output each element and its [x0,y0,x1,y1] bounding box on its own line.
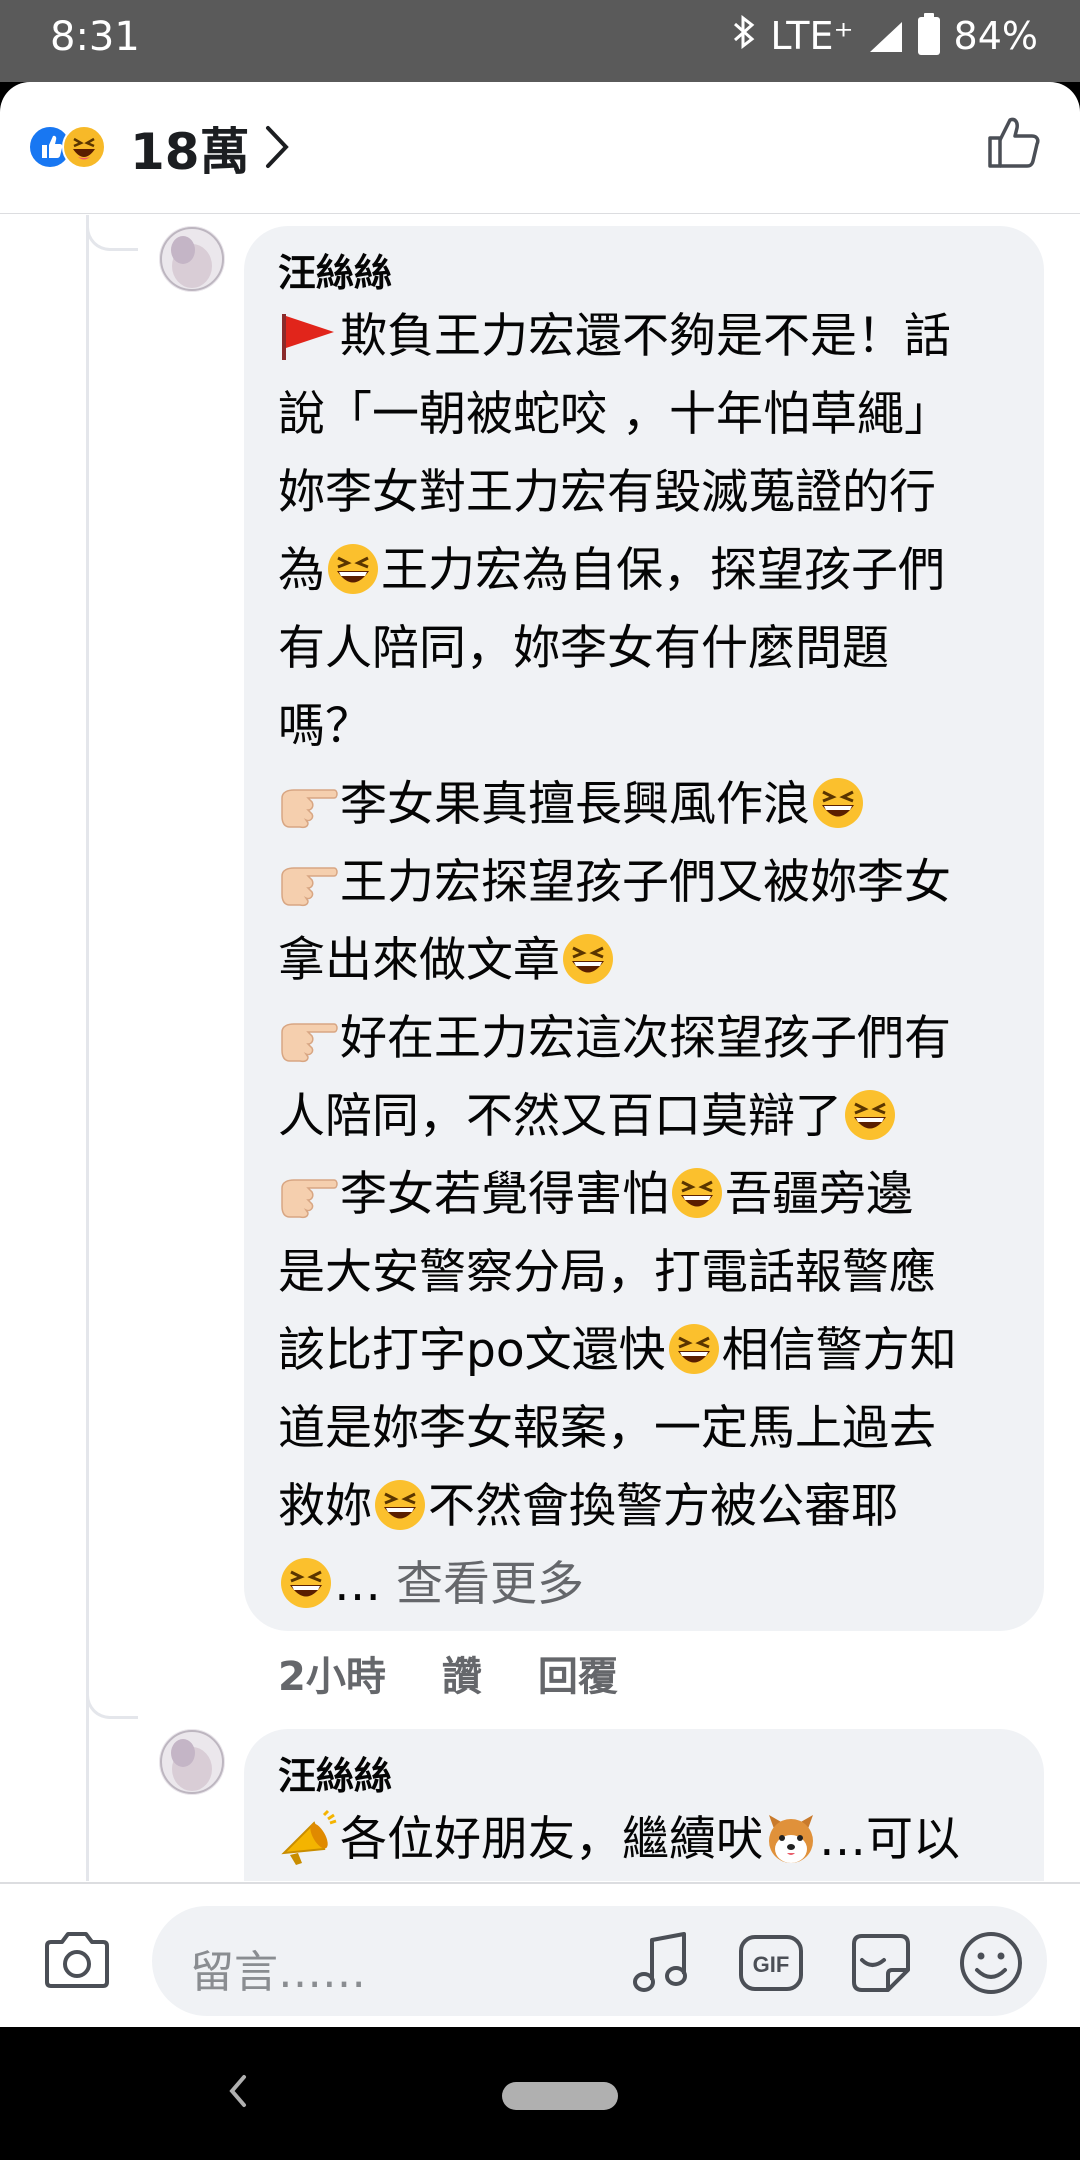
comment-line: 嗎？ [278,699,372,754]
comment-line: 李女果真擅長興風作浪 [278,766,1012,844]
pointing-hand-icon [278,1166,338,1220]
pointing-hand-icon [278,1010,338,1064]
signal-icon [868,19,904,53]
comment-line: … 查看更多 [278,1546,1012,1624]
red-flag-icon [278,308,338,362]
comment-bubble[interactable]: 汪絲絲 各位好朋友，繼續吠 …可以 [244,1729,1044,1881]
pointing-hand-icon [278,854,338,908]
laughing-emoji-icon [811,776,865,830]
comment-author[interactable]: 汪絲絲 [278,248,1012,298]
like-comment-button[interactable]: 讚 [442,1644,482,1702]
svg-text:GIF: GIF [753,1952,790,1977]
comment-line: 救妳 不然會換警方被公審耶 [278,1478,898,1534]
camera-icon[interactable] [42,1928,112,1994]
sticker-icon[interactable] [848,1930,914,2000]
laughing-emoji-icon [667,1322,721,1376]
battery-level: 84% [953,14,1038,58]
comment-line: 拿出來做文章 [278,922,1012,1000]
comment-placeholder: 留言…… [190,1947,366,1998]
avatar[interactable] [159,1729,225,1795]
reaction-count: 18萬 [130,123,250,181]
laughing-emoji-icon [326,542,380,596]
gif-icon[interactable]: GIF [738,1934,804,1996]
battery-icon [917,13,940,55]
thread-branch [86,1683,138,1719]
reactions-header[interactable]: 18萬 [0,82,1080,214]
comments-sheet: 18萬 汪絲絲 欺負王力宏還不夠是不是！話 說「一朝被蛇咬 ，十年怕草繩」 妳李… [0,82,1080,2027]
comment-line: 好在王力宏這次探望孩子們有 [278,1000,1012,1078]
comment-meta: 2小時 讚 回覆 [278,1644,618,1702]
comment-line: 為王力宏為自保，探望孩子們 [278,542,945,598]
status-time: 8:31 [50,14,140,60]
laughing-emoji-icon [561,932,615,986]
comment-line: 有人陪同，妳李女有什麼問題 [278,621,889,676]
comment-line: 道是妳李女報案，一定馬上過去 [278,1401,936,1456]
thread-branch [86,215,138,251]
comment-line: 妳李女對王力宏有毀滅蒐證的行 [278,465,936,520]
comment-line: 是大安警察分局，打電話報警應 [278,1245,936,1300]
laughing-emoji-icon [670,1166,724,1220]
megaphone-icon [278,1809,338,1867]
emoji-picker-icon[interactable] [958,1930,1024,2000]
back-nav-icon[interactable] [226,2071,250,2115]
comments-list: 汪絲絲 欺負王力宏還不夠是不是！話 說「一朝被蛇咬 ，十年怕草繩」 妳李女對王力… [0,215,1080,1881]
laughing-emoji-icon [373,1478,427,1532]
reaction-icons [28,120,124,172]
comment-line: 王力宏探望孩子們又被妳李女 [278,844,1012,922]
system-nav-bar [0,2027,1080,2160]
thumbs-up-icon[interactable] [986,114,1042,174]
laughing-emoji-icon [843,1088,897,1142]
comment-line: 欺負王力宏還不夠是不是！話 [278,298,1012,376]
status-icons: LTE⁺ 84% [732,13,1038,58]
comment-time: 2小時 [278,1654,386,1700]
comment-bubble[interactable]: 汪絲絲 欺負王力宏還不夠是不是！話 說「一朝被蛇咬 ，十年怕草繩」 妳李女對王力… [244,226,1044,1631]
network-type: LTE⁺ [770,14,854,58]
music-icon[interactable] [630,1930,690,1998]
comment-input[interactable]: 留言…… GIF [152,1906,1047,2016]
avatar[interactable] [159,226,225,292]
chevron-right-icon[interactable] [262,124,292,174]
haha-icon [62,125,106,169]
comment-line: 李女若覺得害怕 吾疆旁邊 [278,1156,1012,1234]
pointing-hand-icon [278,776,338,830]
laughing-emoji-icon [279,1556,333,1610]
comment-composer: 留言…… GIF [0,1882,1080,2027]
comment-line: 各位好朋友，繼續吠 …可以 [278,1801,1012,1879]
bluetooth-icon [732,14,756,58]
comment-line: 該比打字po文還快 相信警方知 [278,1322,957,1378]
reply-button[interactable]: 回覆 [538,1644,618,1702]
comment-line: 說「一朝被蛇咬 ，十年怕草繩」 [278,387,951,442]
dog-face-icon [763,1809,819,1865]
comment-line: 人陪同，不然又百口莫辯了 [278,1078,1012,1156]
comment-author[interactable]: 汪絲絲 [278,1751,1012,1801]
status-bar: 8:31 LTE⁺ 84% [0,0,1080,82]
home-pill[interactable] [502,2082,618,2110]
thread-line [86,215,89,1881]
see-more-link[interactable]: 查看更多 [396,1557,584,1612]
